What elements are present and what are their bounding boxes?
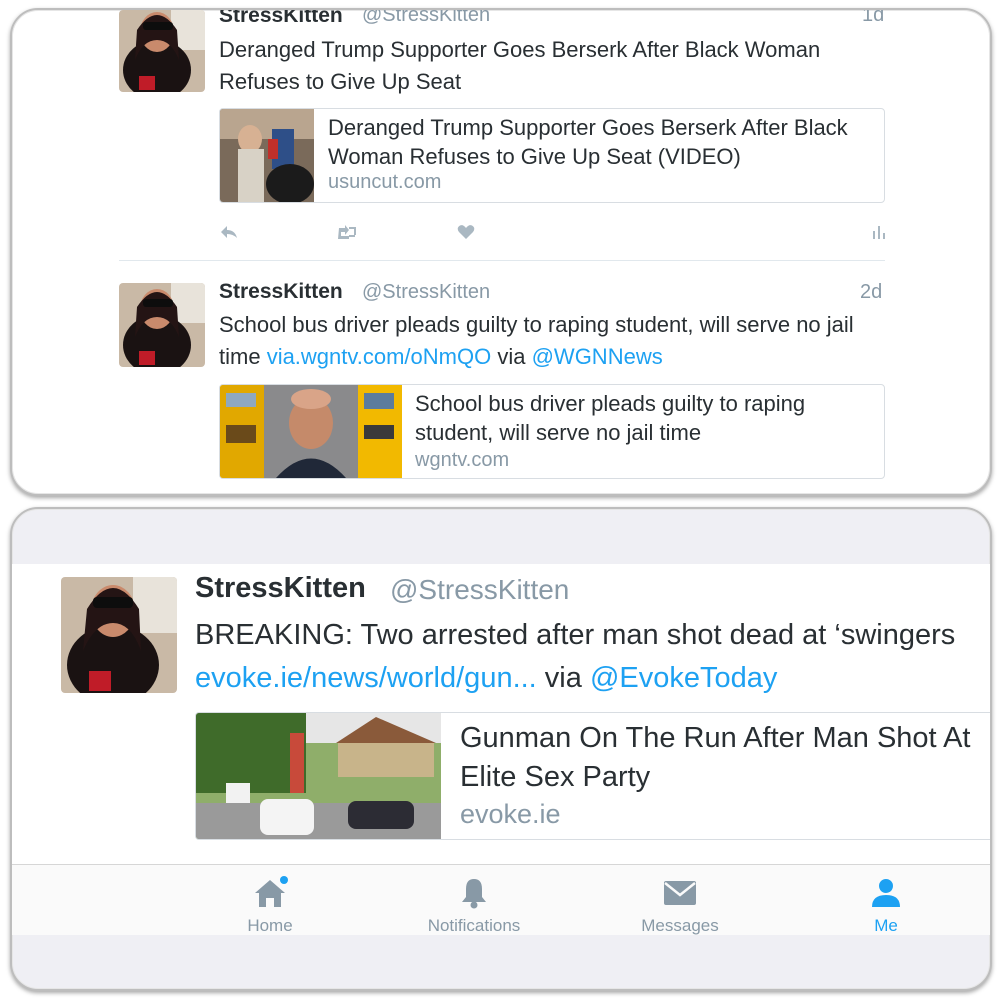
tweet-author-handle[interactable]: @StressKitten bbox=[390, 574, 569, 606]
card-title: School bus driver pleads guilty to rapin… bbox=[415, 391, 806, 445]
avatar[interactable] bbox=[119, 10, 205, 92]
envelope-icon bbox=[660, 875, 700, 916]
avatar[interactable] bbox=[61, 577, 177, 693]
retweet-icon[interactable] bbox=[335, 224, 359, 240]
tweet-text: School bus driver pleads guilty to rapin… bbox=[219, 309, 889, 373]
tweet-text-line2: evoke.ie/news/world/gun... via @EvokeTod… bbox=[195, 657, 990, 700]
link-card[interactable]: Deranged Trump Supporter Goes Berserk Af… bbox=[219, 108, 885, 203]
tab-me-label: Me bbox=[874, 916, 898, 935]
tweet-divider bbox=[119, 260, 885, 261]
avatar[interactable] bbox=[119, 283, 205, 367]
tab-notifications[interactable]: Notifications bbox=[384, 865, 564, 935]
person-icon bbox=[868, 875, 904, 916]
card-title: Deranged Trump Supporter Goes Berserk Af… bbox=[328, 115, 848, 169]
link-card[interactable]: Gunman On The Run After Man Shot At Elit… bbox=[195, 712, 990, 840]
tweet-text-body: BREAKING: Two arrested after man shot de… bbox=[195, 619, 956, 651]
tweet-actions bbox=[219, 222, 889, 244]
card-title: Gunman On The Run After Man Shot At Elit… bbox=[460, 722, 971, 793]
tab-me[interactable]: Me bbox=[796, 865, 976, 935]
tweet-timestamp: 1d bbox=[862, 8, 885, 26]
tab-messages[interactable]: Messages bbox=[590, 865, 770, 935]
home-icon bbox=[250, 875, 290, 916]
tweet-mention[interactable]: @WGNNews bbox=[532, 344, 663, 369]
tweet-author-name[interactable]: StressKitten bbox=[219, 280, 343, 304]
tab-messages-label: Messages bbox=[641, 916, 719, 935]
card-thumbnail bbox=[220, 385, 402, 478]
like-icon[interactable] bbox=[457, 224, 475, 240]
bottom-screenshot-panel: StressKitten @StressKitten BREAKING: Two… bbox=[10, 507, 992, 991]
card-domain: usuncut.com bbox=[328, 171, 442, 193]
reply-icon[interactable] bbox=[219, 224, 239, 240]
tweet-link[interactable]: evoke.ie/news/world/gun... bbox=[195, 662, 537, 694]
tweet-text: Deranged Trump Supporter Goes Berserk Af… bbox=[219, 37, 821, 94]
link-card[interactable]: School bus driver pleads guilty to rapin… bbox=[219, 384, 885, 479]
tweet-container: StressKitten @StressKitten BREAKING: Two… bbox=[12, 564, 990, 864]
tweet-text: BREAKING: Two arrested after man shot de… bbox=[195, 614, 990, 700]
tab-notifications-label: Notifications bbox=[427, 916, 521, 935]
tweet-author-name[interactable]: StressKitten bbox=[219, 10, 343, 28]
tweet-author-handle[interactable]: @StressKitten bbox=[362, 10, 490, 27]
card-thumbnail bbox=[220, 109, 314, 202]
tweet-link[interactable]: via.wgntv.com/oNmQO bbox=[267, 344, 492, 369]
card-domain: evoke.ie bbox=[460, 799, 561, 829]
tweet-author-name[interactable]: StressKitten bbox=[195, 572, 366, 605]
top-screenshot-panel: StressKitten @StressKitten 1d Deranged T… bbox=[10, 8, 992, 496]
tab-home[interactable]: Home bbox=[180, 865, 360, 935]
tweet-mention[interactable]: @EvokeToday bbox=[590, 662, 777, 694]
card-domain: wgntv.com bbox=[415, 449, 510, 471]
bell-icon bbox=[456, 875, 492, 916]
analytics-icon[interactable] bbox=[871, 224, 887, 240]
tweet-author-handle[interactable]: @StressKitten bbox=[362, 281, 490, 304]
tab-home-label: Home bbox=[247, 916, 293, 935]
tweet-text-via: via bbox=[536, 662, 590, 694]
tweet-timestamp: 2d bbox=[860, 281, 883, 303]
tweet-text-via: via bbox=[491, 344, 532, 369]
card-thumbnail bbox=[196, 713, 441, 839]
tab-bar: Home Notifications Messages Me bbox=[12, 864, 990, 935]
